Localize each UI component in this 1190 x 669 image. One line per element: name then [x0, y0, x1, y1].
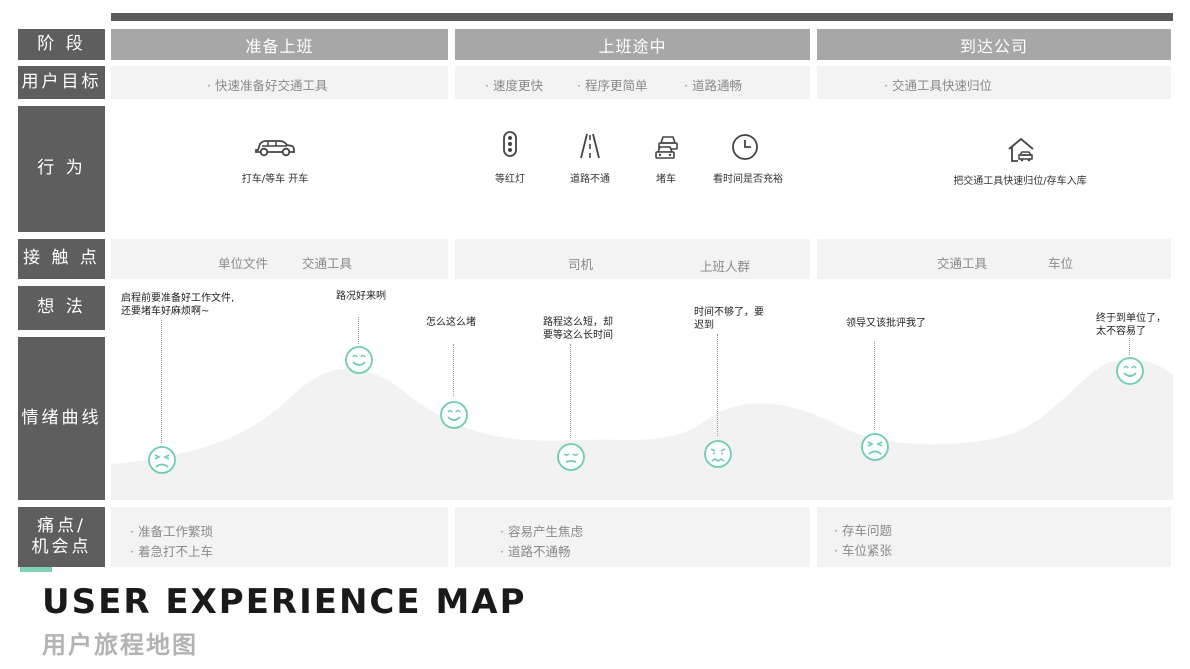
thought-long-wait: 路程这么短，却 要等这么长时间	[543, 317, 613, 341]
goal-prepare: · 快速准备好交通工具	[207, 78, 328, 93]
action-label-garage: 把交通工具快速归位/存车入库	[953, 176, 1087, 187]
thought-late: 时间不够了，要 迟到	[694, 307, 764, 331]
thought-arrived: 终于到单位了， 太不容易了	[1096, 313, 1166, 337]
meh-face-icon	[557, 443, 585, 471]
pain-label-line1: 痛点/	[37, 515, 86, 536]
pain-prepare-1: · 准备工作繁琐	[130, 524, 213, 539]
road-icon	[580, 133, 600, 159]
car-icon	[255, 140, 295, 157]
row-label-stage: 阶 段	[18, 29, 105, 60]
thought-good-road: 路况好来咧	[336, 291, 386, 302]
goal-faster: · 速度更快	[485, 78, 543, 93]
thought-prepare: 启程前要准备好工作文件, 还要堵车好麻烦啊~	[121, 293, 235, 317]
traffic-light-icon	[503, 131, 517, 157]
thought-jammed: 怎么这么堵	[426, 317, 476, 328]
smile-face-icon	[345, 346, 373, 374]
pain-commute-1: · 容易产生焦虑	[500, 524, 583, 539]
touchpoint-vehicle: 交通工具	[302, 256, 353, 271]
touchpoint-cell-prepare	[111, 239, 448, 279]
row-label-emotion: 情绪曲线	[18, 337, 105, 500]
phase-arrive: 到达公司	[817, 29, 1171, 60]
page-title: USER EXPERIENCE MAP	[42, 582, 527, 622]
touchpoint-parking: 车位	[1048, 256, 1074, 271]
pain-commute-2: · 道路不通畅	[500, 544, 571, 559]
touchpoint-documents: 单位文件	[218, 256, 269, 271]
emotion-curve	[111, 359, 1173, 500]
touchpoint-vehicle-arrive: 交通工具	[937, 256, 988, 271]
action-label-road: 道路不通	[570, 174, 610, 185]
worried-face-icon	[704, 440, 732, 468]
connector-2	[358, 317, 359, 344]
goal-clear-road: · 道路通畅	[684, 78, 742, 93]
pain-arrive-2: · 车位紧张	[834, 543, 892, 558]
pain-arrive-1: · 存车问题	[834, 523, 892, 538]
smile-face-icon	[1116, 357, 1144, 385]
row-label-thought: 想 法	[18, 286, 105, 330]
frown-face-icon	[148, 446, 176, 474]
touchpoint-cell-commute	[455, 239, 810, 279]
connector-6	[874, 341, 875, 430]
touchpoint-commuters: 上班人群	[700, 259, 751, 274]
phase-commute: 上班途中	[455, 29, 810, 60]
pain-prepare-2: · 着急打不上车	[130, 544, 213, 559]
action-label-clock: 看时间是否充裕	[713, 174, 783, 185]
action-label-traffic-light: 等红灯	[495, 174, 525, 185]
title-accent-bar	[20, 567, 52, 572]
connector-1	[161, 320, 162, 443]
action-label-car: 打车/等车 开车	[241, 174, 309, 185]
page-subtitle: 用户旅程地图	[42, 631, 198, 659]
connector-4	[570, 344, 571, 438]
thought-criticized: 领导又该批评我了	[846, 318, 926, 329]
row-label-touchpoint: 接 触 点	[18, 239, 105, 279]
goal-simpler: · 程序更简单	[577, 78, 648, 93]
touchpoint-driver: 司机	[568, 257, 594, 272]
connector-5	[717, 334, 718, 436]
pain-label-line2: 机会点	[31, 537, 92, 557]
clock-icon	[732, 134, 758, 160]
goal-cell-arrive	[817, 66, 1171, 99]
frown-face-icon	[861, 433, 889, 461]
traffic-jam-icon	[655, 136, 678, 159]
row-label-pain: 痛点/ 机会点	[18, 507, 105, 567]
top-bar	[111, 13, 1173, 21]
action-label-jam: 堵车	[656, 174, 676, 185]
connector-3	[453, 344, 454, 396]
goal-return-vehicle: · 交通工具快速归位	[884, 78, 992, 93]
connector-7	[1129, 338, 1130, 355]
smile-face-icon	[440, 401, 468, 429]
garage-icon	[1008, 137, 1034, 162]
touchpoint-cell-arrive	[817, 239, 1171, 279]
row-label-behavior: 行 为	[18, 106, 105, 232]
row-label-goal: 用户目标	[18, 66, 105, 99]
phase-prepare: 准备上班	[111, 29, 448, 60]
